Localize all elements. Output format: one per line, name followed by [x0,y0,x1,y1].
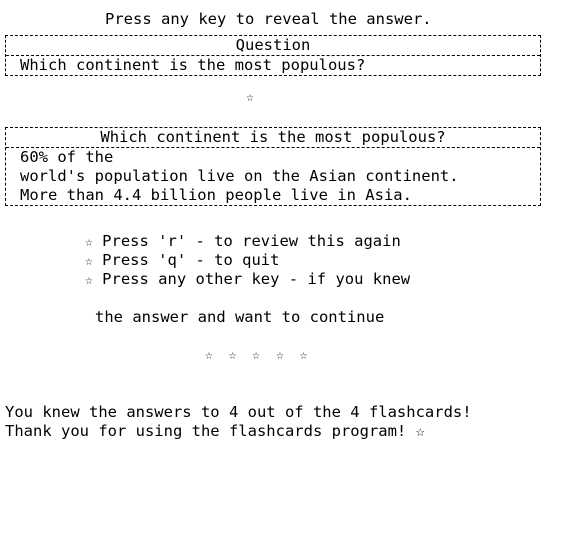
question-table: Question Which continent is the most pop… [5,35,541,76]
thanks-message: Thank you for using the flashcards progr… [5,422,425,440]
question-table-header: Question [235,36,311,54]
menu-item-continue: ☆ Press any other key - if you knew [85,270,411,288]
answer-table: Which continent is the most populous? 60… [5,127,541,206]
reveal-prompt: Press any key to reveal the answer. [105,10,432,28]
answer-line: world's population live on the Asian con… [20,167,459,185]
star-icon: ☆ [85,273,93,288]
star-icon: ☆ [85,254,93,269]
question-text: Which continent is the most populous? [20,56,366,74]
terminal-output: Press any key to reveal the answer. Ques… [5,10,561,441]
menu-item-quit: ☆ Press 'q' - to quit [85,251,280,269]
answer-line: 60% of the [20,148,114,166]
star-icon: ☆ [85,235,93,250]
menu-continuation: the answer and want to continue [95,308,385,326]
result-summary: You knew the answers to 4 out of the 4 f… [5,403,472,421]
answer-line: More than 4.4 billion people live in Asi… [20,186,412,204]
divider-star-icon: ☆ [246,90,254,105]
answer-table-header: Which continent is the most populous? [100,128,446,146]
stars-row-icon: ☆ ☆ ☆ ☆ ☆ [205,348,312,363]
menu-item-review: ☆ Press 'r' - to review this again [85,232,401,250]
options-menu: ☆ Press 'r' - to review this again ☆ Pre… [5,232,561,289]
